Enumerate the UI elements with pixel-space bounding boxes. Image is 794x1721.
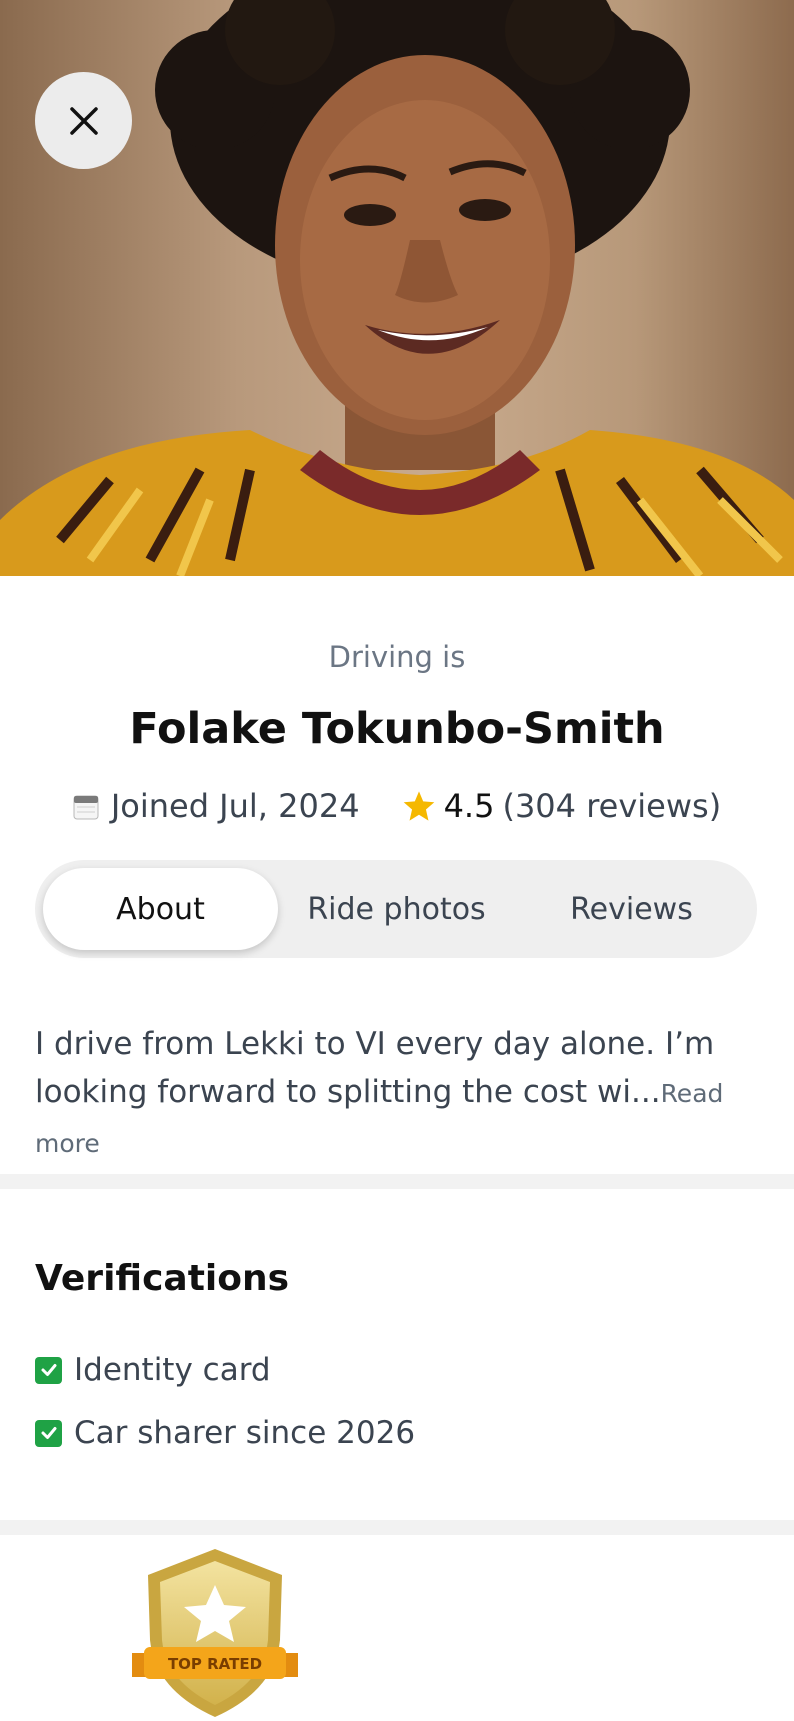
- tab-reviews[interactable]: Reviews: [514, 868, 749, 950]
- section-divider: [0, 1520, 794, 1535]
- check-icon: [35, 1356, 62, 1384]
- joined-info: Joined Jul, 2024: [73, 787, 360, 825]
- verification-label: Car sharer since 2026: [74, 1415, 416, 1451]
- top-rated-badge: TOP RATED: [130, 1545, 300, 1721]
- badge-label: TOP RATED: [168, 1655, 262, 1673]
- verifications-title: Verifications: [35, 1258, 290, 1299]
- star-icon: [403, 791, 434, 821]
- verification-item: Identity card: [35, 1352, 271, 1388]
- rating-value: 4.5: [443, 787, 495, 825]
- review-count: (304 reviews): [502, 787, 722, 825]
- profile-name: Folake Tokunbo-Smith: [129, 704, 665, 754]
- verification-label: Identity card: [74, 1352, 271, 1388]
- check-icon: [35, 1419, 62, 1447]
- about-section: I drive from Lekki to VI every day alone…: [35, 1020, 765, 1168]
- profile-photo: [0, 0, 794, 576]
- close-button[interactable]: [35, 72, 132, 169]
- rating-info[interactable]: 4.5 (304 reviews): [402, 787, 722, 825]
- tab-ride-photos[interactable]: Ride photos: [279, 868, 514, 950]
- verification-item: Car sharer since 2026: [35, 1415, 415, 1451]
- calendar-icon: [73, 795, 99, 820]
- profile-meta: Joined Jul, 2024 4.5 (304 reviews): [0, 787, 794, 825]
- joined-date: Joined Jul, 2024: [110, 787, 360, 825]
- tab-about[interactable]: About: [43, 868, 278, 950]
- profile-tabs: About Ride photos Reviews: [35, 860, 757, 958]
- shield-badge-icon: TOP RATED: [132, 1549, 298, 1717]
- portrait-illustration: [0, 0, 794, 576]
- profile-tagline: Driving is: [328, 640, 466, 674]
- section-divider: [0, 1174, 794, 1189]
- about-text: I drive from Lekki to VI every day alone…: [35, 1026, 715, 1110]
- close-icon: [69, 106, 98, 135]
